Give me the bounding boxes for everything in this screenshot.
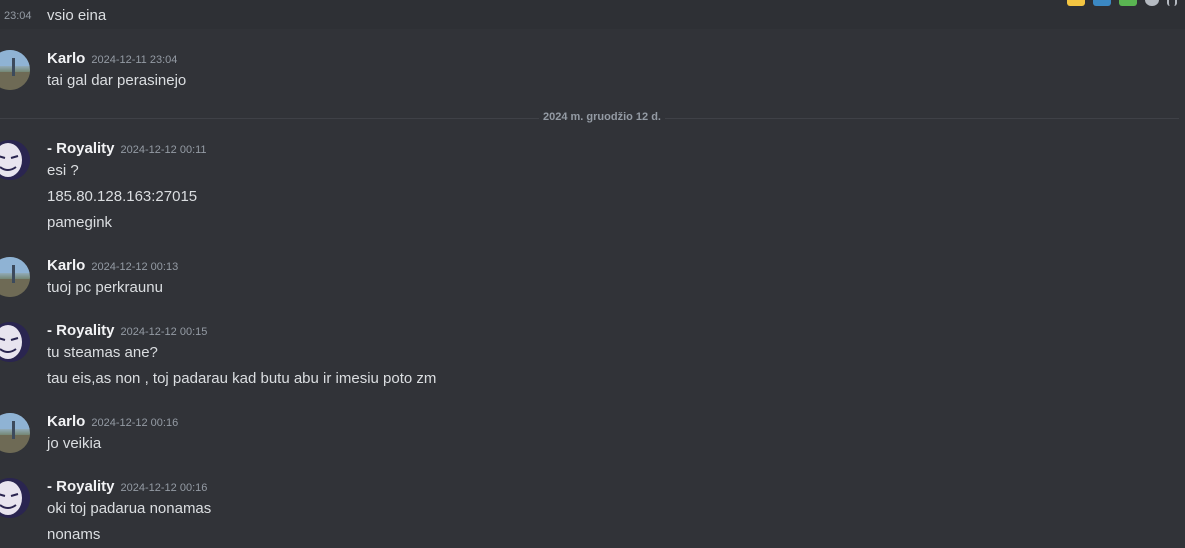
timestamp: 2024-12-12 00:16 bbox=[91, 417, 179, 429]
thumbs-up-icon[interactable] bbox=[1067, 0, 1085, 6]
timestamp: 2024-12-11 23:04 bbox=[91, 54, 178, 66]
avatar[interactable] bbox=[0, 322, 30, 362]
add-reaction-icon[interactable] bbox=[1145, 0, 1159, 6]
message-header: Karlo 2024-12-12 00:13 bbox=[47, 257, 178, 275]
avatar[interactable] bbox=[0, 50, 30, 90]
message-text: pamegink bbox=[47, 214, 113, 231]
message-toolbar bbox=[1067, 0, 1177, 6]
author-name[interactable]: - Royality bbox=[47, 140, 115, 157]
author-name[interactable]: Karlo bbox=[47, 50, 85, 67]
more-icon[interactable] bbox=[1167, 0, 1177, 6]
message-header: - Royality 2024-12-12 00:11 bbox=[47, 140, 207, 158]
message-text: 185.80.128.163:27015 bbox=[47, 188, 198, 205]
reaction-icon[interactable] bbox=[1093, 0, 1111, 6]
timestamp: 2024-12-12 00:13 bbox=[91, 261, 179, 273]
message-header: Karlo 2024-12-12 00:16 bbox=[47, 413, 178, 431]
timestamp: 2024-12-12 00:16 bbox=[120, 482, 208, 494]
avatar[interactable] bbox=[0, 140, 30, 180]
author-name[interactable]: - Royality bbox=[47, 478, 115, 495]
message-text: tau eis,as non , toj padarau kad butu ab… bbox=[47, 370, 437, 387]
message-text: esi ? bbox=[47, 162, 79, 179]
message-text: vsio eina bbox=[47, 7, 107, 24]
message-text: tu steamas ane? bbox=[47, 344, 158, 361]
message-time: 23:04 bbox=[4, 10, 32, 22]
avatar[interactable] bbox=[0, 257, 30, 297]
avatar[interactable] bbox=[0, 478, 30, 518]
message-text: jo veikia bbox=[47, 435, 102, 452]
message-row-hovered[interactable]: 23:04 vsio eina bbox=[0, 0, 1185, 29]
message-text: oki toj padarua nonamas bbox=[47, 500, 212, 517]
message-text: tai gal dar perasinejo bbox=[47, 72, 187, 89]
message-text: nonams bbox=[47, 526, 101, 543]
author-name[interactable]: Karlo bbox=[47, 257, 85, 274]
timestamp: 2024-12-12 00:15 bbox=[120, 326, 208, 338]
date-divider-label: 2024 m. gruodžio 12 d. bbox=[539, 111, 665, 123]
author-name[interactable]: Karlo bbox=[47, 413, 85, 430]
timestamp: 2024-12-12 00:11 bbox=[120, 144, 207, 156]
message-header: Karlo 2024-12-11 23:04 bbox=[47, 50, 177, 68]
author-name[interactable]: - Royality bbox=[47, 322, 115, 339]
check-icon[interactable] bbox=[1119, 0, 1137, 6]
message-text: tuoj pc perkraunu bbox=[47, 279, 163, 296]
chat-messages: 23:04 vsio eina Karlo 2024-12-11 23:04 ta… bbox=[0, 0, 1185, 548]
message-header: - Royality 2024-12-12 00:16 bbox=[47, 478, 207, 496]
message-header: - Royality 2024-12-12 00:15 bbox=[47, 322, 207, 340]
avatar[interactable] bbox=[0, 413, 30, 453]
